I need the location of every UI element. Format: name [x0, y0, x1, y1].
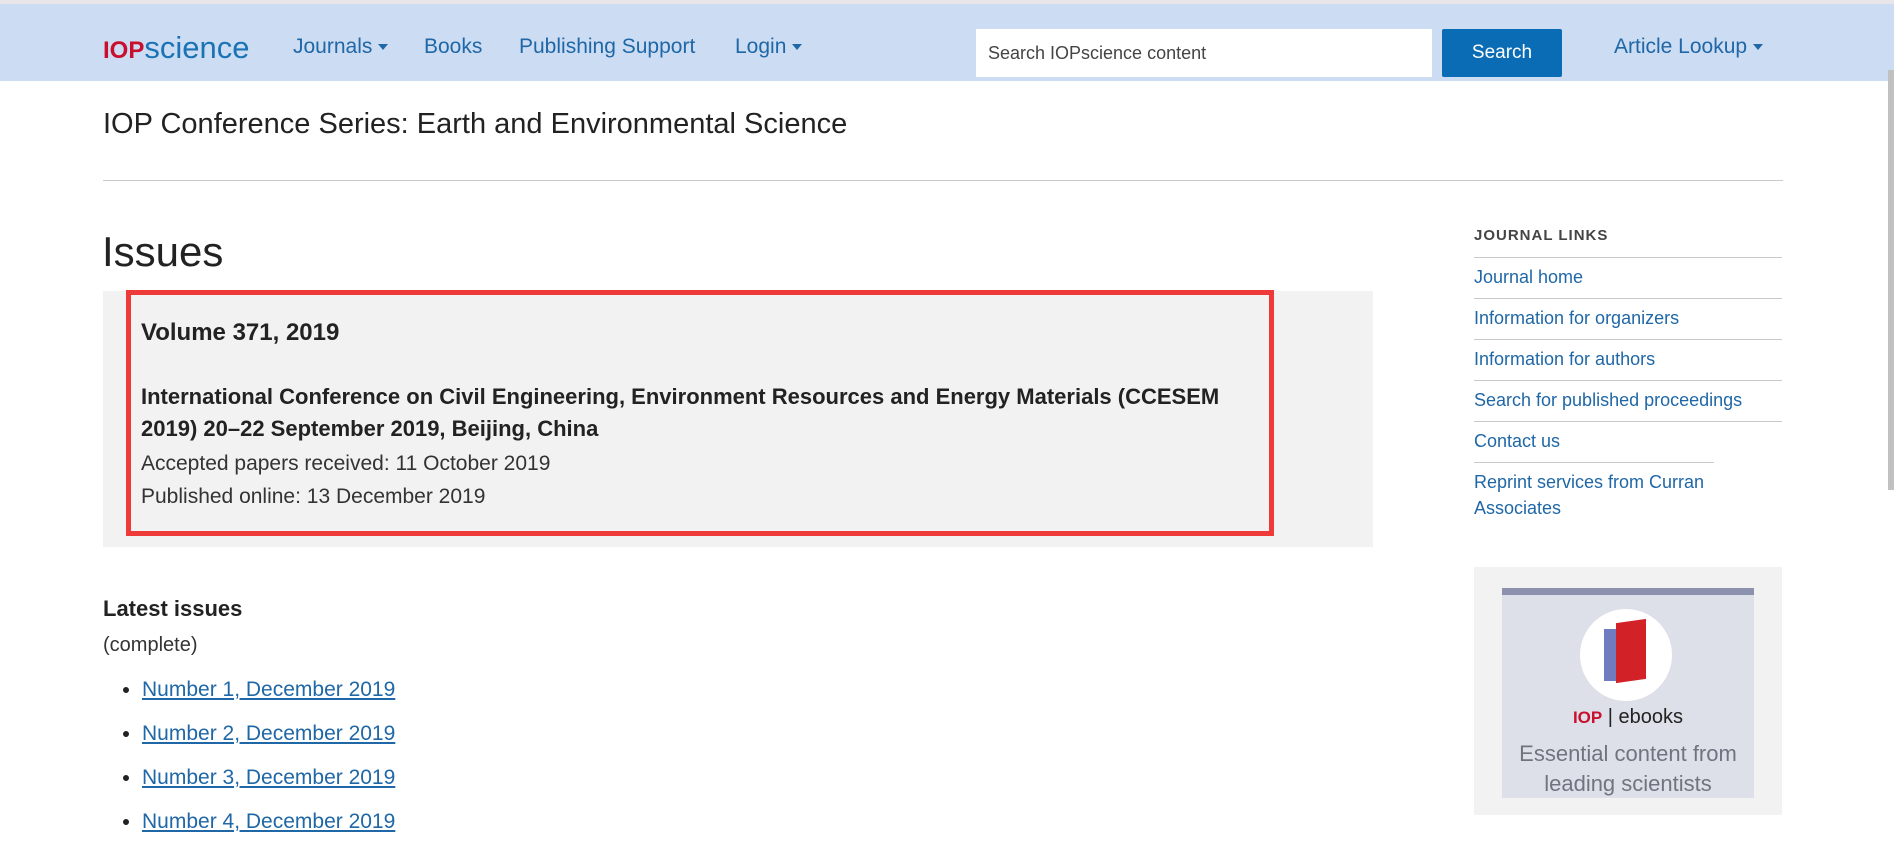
article-lookup-label: Article Lookup: [1614, 35, 1748, 58]
journal-links: Journal home Information for organizers …: [1474, 257, 1782, 529]
ebooks-ad[interactable]: IOP | ebooks Essential content from lead…: [1474, 567, 1782, 815]
list-item: Number 2, December 2019: [142, 716, 395, 760]
logo-iop-text: IOP: [103, 37, 145, 64]
info-authors-link[interactable]: Information for authors: [1474, 339, 1782, 380]
latest-issues-heading: Latest issues: [103, 596, 243, 621]
iopscience-logo[interactable]: IOPscience: [103, 30, 249, 66]
issue-link[interactable]: Number 3, December 2019: [142, 766, 395, 789]
logo-science-text: science: [144, 30, 250, 65]
accepted-date: Accepted papers received: 11 October 201…: [141, 452, 551, 475]
article-lookup-dropdown[interactable]: Article Lookup: [1614, 35, 1764, 59]
latest-issues-list: Number 1, December 2019 Number 2, Decemb…: [103, 672, 395, 848]
ebooks-brand: IOP | ebooks: [1572, 706, 1684, 728]
nav-journals[interactable]: Journals: [293, 35, 389, 59]
nav-publishing-support-label: Publishing Support: [519, 35, 696, 58]
top-navbar: IOPscience Journals Books Publishing Sup…: [0, 0, 1894, 81]
book-icon: [1580, 609, 1672, 701]
journal-links-heading: JOURNAL LINKS: [1474, 227, 1609, 244]
nav-login-label: Login: [735, 35, 787, 58]
issue-link[interactable]: Number 4, December 2019: [142, 810, 395, 833]
chevron-down-icon: [1753, 44, 1764, 51]
chevron-down-icon: [378, 44, 389, 51]
ebooks-tagline: Essential content from leading scientist…: [1519, 741, 1737, 796]
list-item: Number 3, December 2019: [142, 760, 395, 804]
nav-journals-label: Journals: [293, 35, 373, 58]
chevron-down-icon: [792, 44, 803, 51]
issue-link[interactable]: Number 2, December 2019: [142, 722, 395, 745]
published-date: Published online: 13 December 2019: [141, 485, 486, 508]
issue-link[interactable]: Number 1, December 2019: [142, 678, 395, 701]
issues-heading: Issues: [102, 228, 224, 275]
search-input[interactable]: [976, 29, 1432, 77]
divider: [103, 180, 1783, 181]
conference-title: International Conference on Civil Engine…: [141, 384, 1220, 441]
info-organizers-link[interactable]: Information for organizers: [1474, 298, 1782, 339]
journal-home-link[interactable]: Journal home: [1474, 257, 1782, 298]
nav-login[interactable]: Login: [735, 35, 803, 59]
reprint-services-link[interactable]: Reprint services from Curran Associates: [1474, 462, 1714, 529]
nav-publishing-support[interactable]: Publishing Support: [519, 35, 695, 59]
page-scrollbar[interactable]: [1888, 70, 1894, 490]
latest-issues-status: (complete): [103, 634, 198, 656]
nav-books[interactable]: Books: [424, 35, 482, 59]
search-button[interactable]: Search: [1442, 29, 1562, 77]
search-proceedings-link[interactable]: Search for published proceedings: [1474, 380, 1782, 421]
journal-title[interactable]: IOP Conference Series: Earth and Environ…: [103, 108, 847, 141]
list-item: Number 1, December 2019: [142, 672, 395, 716]
list-item: Number 4, December 2019: [142, 804, 395, 848]
nav-books-label: Books: [424, 35, 483, 58]
contact-us-link[interactable]: Contact us: [1474, 421, 1782, 462]
volume-title[interactable]: Volume 371, 2019: [141, 319, 339, 347]
ebooks-ad-banner: IOP | ebooks Essential content from lead…: [1502, 588, 1754, 798]
